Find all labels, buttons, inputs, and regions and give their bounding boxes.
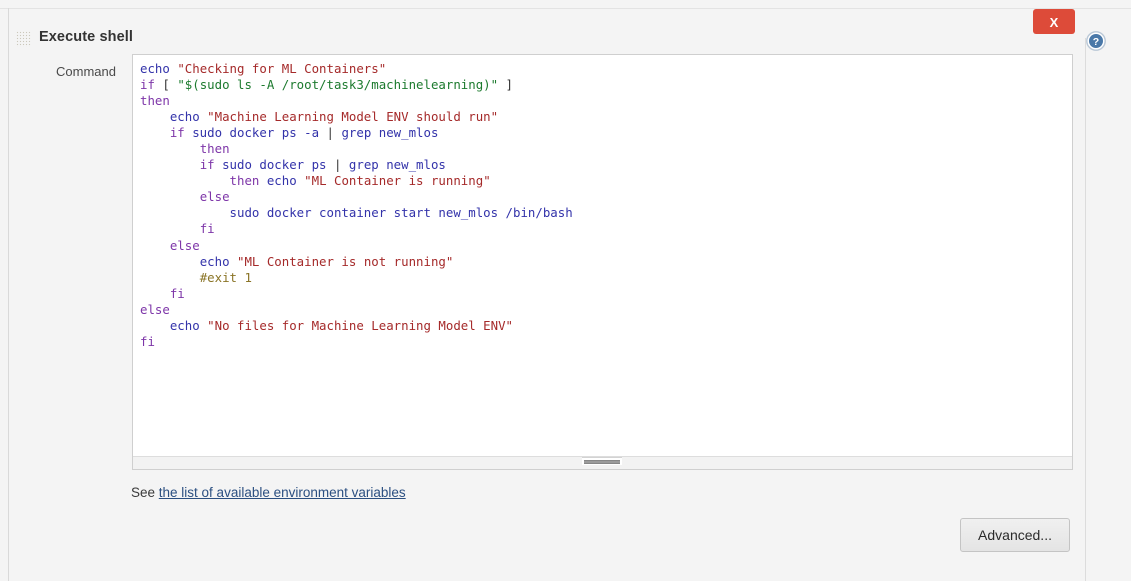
command-input[interactable]: echo "Checking for ML Containers" if [ "… bbox=[133, 55, 1072, 455]
textarea-resize-handle[interactable] bbox=[582, 457, 622, 465]
advanced-button[interactable]: Advanced... bbox=[960, 518, 1070, 552]
env-variables-hint: See the list of available environment va… bbox=[131, 485, 406, 500]
panel-header: Execute shell X ? bbox=[0, 9, 1131, 51]
env-variables-link[interactable]: the list of available environment variab… bbox=[159, 485, 406, 500]
panel-left-divider bbox=[8, 8, 9, 581]
panel-right-divider bbox=[1085, 38, 1086, 581]
execute-shell-panel: Execute shell X ? Command echo "Checking… bbox=[0, 0, 1131, 581]
see-prefix-text: See bbox=[131, 485, 159, 500]
svg-text:?: ? bbox=[1093, 36, 1099, 48]
command-textarea-wrapper[interactable]: echo "Checking for ML Containers" if [ "… bbox=[132, 54, 1073, 470]
resize-handle-bar[interactable] bbox=[584, 460, 620, 464]
page-title: Execute shell bbox=[39, 29, 133, 45]
close-button[interactable]: X bbox=[1033, 9, 1075, 34]
dots-grid-icon[interactable] bbox=[16, 31, 31, 47]
command-label: Command bbox=[56, 64, 116, 79]
help-circle-icon[interactable]: ? bbox=[1086, 31, 1106, 51]
